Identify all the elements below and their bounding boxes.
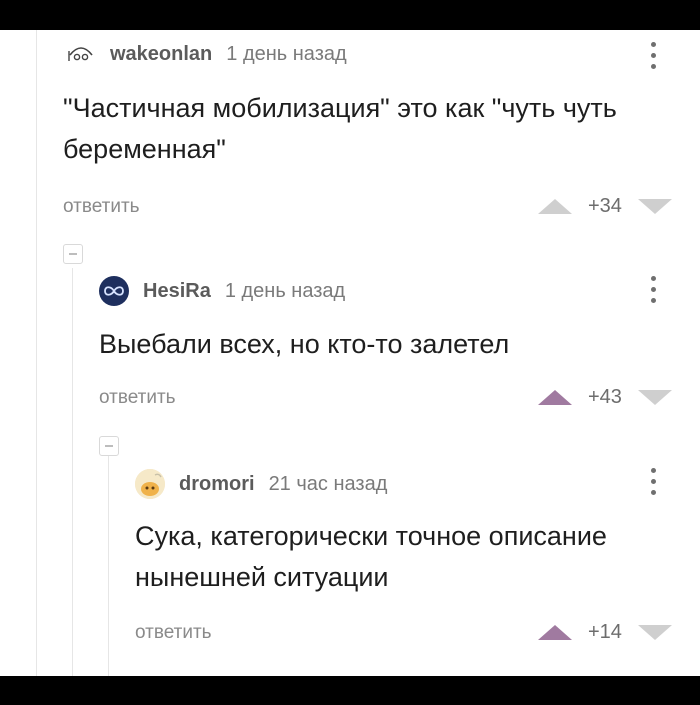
comment-score: +14: [588, 620, 622, 643]
comments-panel: wakeonlan 1 день назад "Частичная мобили…: [0, 30, 700, 676]
comment-text: Сука, категорически точное описание ныне…: [135, 521, 607, 592]
bottom-bar: [0, 676, 700, 705]
rating-control: +14: [538, 620, 672, 643]
cartoon-character-icon[interactable]: [135, 469, 165, 499]
comment-header: dromori 21 час назад: [135, 468, 387, 500]
comment-date: 21 час назад: [268, 472, 388, 495]
reply-button[interactable]: ответить: [135, 622, 212, 644]
upvote-icon[interactable]: [538, 624, 572, 640]
downvote-icon[interactable]: [637, 624, 672, 640]
more-options-icon[interactable]: [649, 468, 657, 498]
author-name[interactable]: dromori: [179, 473, 255, 496]
comment: dromori 21 час назад Сука, категорически…: [0, 30, 700, 676]
